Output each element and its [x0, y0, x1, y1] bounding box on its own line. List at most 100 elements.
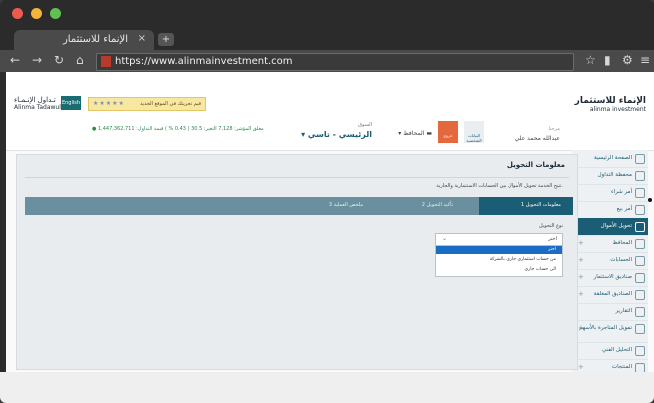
sidebar-item-label: تمويل المتاجرة بالأسهم	[579, 325, 632, 331]
sidebar-item-label: تحويل الأموال	[600, 223, 632, 229]
expand-plus-icon[interactable]: +	[578, 363, 584, 371]
expand-plus-icon[interactable]: +	[578, 239, 584, 247]
sidebar-item-sell-order[interactable]: أمر بيع	[572, 201, 648, 219]
logout-button[interactable]: خروج	[438, 121, 458, 143]
new-tab-button[interactable]: +	[158, 33, 174, 46]
finance-icon	[635, 324, 645, 334]
dropdown-option-to-current[interactable]: الى حساب جاري	[436, 266, 562, 274]
close-window-button[interactable]	[12, 8, 23, 19]
home-icon[interactable]: ⌂	[76, 53, 84, 67]
market-value: ▾ الرئيسي - تاسي	[301, 130, 372, 139]
sidebar-item-closed-funds[interactable]: الصناديق المغلقة +	[572, 286, 648, 304]
sidebar-item-technical-analysis[interactable]: التحليل الفني	[572, 342, 648, 360]
sidebar-item-label: التقارير	[615, 308, 632, 314]
transfer-type-label: نوع التحويل	[539, 223, 563, 229]
browser-tab[interactable]: الإنماء للاستثمار ×	[14, 30, 154, 50]
closed-funds-icon	[635, 290, 645, 300]
cursor-dot	[648, 198, 652, 202]
sidebar-item-home[interactable]: الصفحة الرئيسية	[572, 150, 648, 168]
expand-plus-icon[interactable]: +	[578, 324, 584, 332]
dropdown-option-choose[interactable]: اختر	[436, 246, 562, 254]
address-bar[interactable]: https://www.alinmainvestment.com	[96, 53, 574, 71]
market-index-summary: ● مغلق المؤشر: 7,128 التغير: 30.5 ( 0.43…	[92, 126, 264, 132]
menu-icon[interactable]: ≡	[640, 53, 650, 67]
sidebar-item-label: التحليل الفني	[601, 347, 632, 353]
settings-gear-icon[interactable]: ⚙	[622, 53, 633, 67]
transfer-arrows-icon	[635, 222, 645, 232]
sidebar-item-accounts[interactable]: الحسابات +	[572, 252, 648, 270]
option-label: الى حساب جاري	[524, 267, 557, 272]
sidebar-item-reports[interactable]: التقارير	[572, 303, 648, 321]
bank-icon	[635, 256, 645, 266]
sidebar-item-label: الصفحة الرئيسية	[594, 155, 632, 161]
rating-stars-icon[interactable]: ★★★★★	[93, 98, 125, 110]
maximize-window-button[interactable]	[50, 8, 61, 19]
divider	[25, 177, 569, 178]
english-language-button[interactable]: English	[61, 96, 81, 110]
sidebar-item-label: الحسابات	[610, 257, 632, 263]
analysis-icon	[635, 346, 645, 356]
step-transfer-info[interactable]: 1 معلومات التحويل	[521, 202, 561, 208]
step-summary[interactable]: 3 ملخص العملية	[329, 202, 363, 208]
bookmarks-icon[interactable]: ▮	[604, 53, 611, 67]
alinma-tadawul-logo[interactable]: تـداول الإنـمـاء Alinma Tadawul	[14, 96, 61, 111]
page-viewport: الإنماء للاستثمار alinma investment تـدا…	[6, 72, 654, 372]
sidebar-item-label: صناديق الاستثمار	[593, 274, 632, 280]
site-icon	[101, 56, 111, 67]
sidebar-item-margin-trading[interactable]: تمويل المتاجرة بالأسهم +	[572, 320, 648, 343]
rating-message: قيم تجربتك في الموقع الجديد	[140, 101, 201, 107]
tab-close-icon[interactable]: ×	[138, 33, 146, 44]
option-label: اختر	[548, 247, 556, 252]
minimize-window-button[interactable]	[31, 8, 42, 19]
browser-toolbar: ← → ↻ ⌂ https://www.alinmainvestment.com…	[0, 50, 654, 72]
forward-icon[interactable]: →	[32, 53, 42, 67]
expand-plus-icon[interactable]: +	[578, 273, 584, 281]
market-selector[interactable]: السوق ▾ الرئيسي - تاسي	[301, 122, 372, 139]
account-strip: مرحبا عبدالله محمد علي البيانات الشخصية …	[6, 118, 654, 151]
bookmark-star-icon[interactable]: ☆	[585, 53, 596, 67]
greeting-label: مرحبا	[548, 126, 560, 132]
tab-title: الإنماء للاستثمار	[62, 34, 128, 45]
sidebar-item-products[interactable]: المنتجات +	[572, 359, 648, 372]
report-icon	[635, 307, 645, 317]
browser-window: الإنماء للاستثمار × + ← → ↻ ⌂ https://ww…	[0, 0, 654, 403]
products-icon	[635, 363, 645, 372]
funds-icon	[635, 273, 645, 283]
rating-banner[interactable]: ★★★★★ قيم تجربتك في الموقع الجديد	[88, 97, 206, 111]
tadawul-text-en: Alinma Tadawul	[14, 104, 61, 111]
chevron-down-icon: ⌄	[442, 235, 448, 242]
step-confirm-transfer[interactable]: 2 تأكيد التحويل	[422, 202, 453, 208]
sidebar-item-label: أمر شراء	[610, 189, 632, 195]
expand-plus-icon[interactable]: +	[578, 290, 584, 298]
profile-button-label: البيانات الشخصية	[466, 133, 482, 143]
sidebar-item-label: أمر بيع	[616, 206, 632, 212]
cart-icon	[635, 188, 645, 198]
sidebar-item-investment-funds[interactable]: صناديق الاستثمار +	[572, 269, 648, 287]
portfolio-icon	[635, 171, 645, 181]
logo-text-en: alinma investment	[589, 106, 646, 113]
logo-text-ar: الإنماء للاستثمار	[574, 96, 646, 106]
sidebar-item-label: المحافظ	[612, 240, 632, 246]
panel-title: معلومات التحويل	[506, 161, 565, 169]
tadawul-text-ar: تـداول الإنـمـاء	[14, 96, 56, 104]
dropdown-option-from-investment[interactable]: من حساب استثماري جاري بالشركة	[436, 256, 562, 264]
profile-button[interactable]: البيانات الشخصية	[464, 121, 484, 143]
select-value: اختر	[548, 236, 557, 242]
alinma-investment-logo[interactable]: الإنماء للاستثمار alinma investment	[575, 96, 646, 113]
user-name: عبدالله محمد علي	[514, 135, 560, 142]
sidebar-item-portfolios[interactable]: المحافظ +	[572, 235, 648, 253]
back-icon[interactable]: ←	[10, 53, 20, 67]
sidebar-item-label: المنتجات	[611, 364, 632, 370]
sidebar-item-transfer-funds[interactable]: تحويل الأموال	[572, 218, 648, 236]
transfer-type-dropdown: اختر من حساب استثماري جاري بالشركة الى ح…	[435, 245, 563, 277]
reload-icon[interactable]: ↻	[54, 53, 64, 67]
sidebar-item-buy-order[interactable]: أمر شراء	[572, 184, 648, 202]
sidebar-item-portfolio[interactable]: محفظة التداول	[572, 167, 648, 185]
expand-plus-icon[interactable]: +	[578, 256, 584, 264]
market-label: السوق	[358, 122, 372, 128]
wallets-dropdown[interactable]: ▾ المحافظ ▬	[398, 130, 432, 137]
wizard-steps: 1 معلومات التحويل 2 تأكيد التحويل 3 ملخص…	[25, 197, 573, 215]
briefcase-icon	[635, 239, 645, 249]
site-header: الإنماء للاستثمار alinma investment تـدا…	[6, 72, 654, 119]
logout-button-label: خروج	[443, 133, 453, 138]
